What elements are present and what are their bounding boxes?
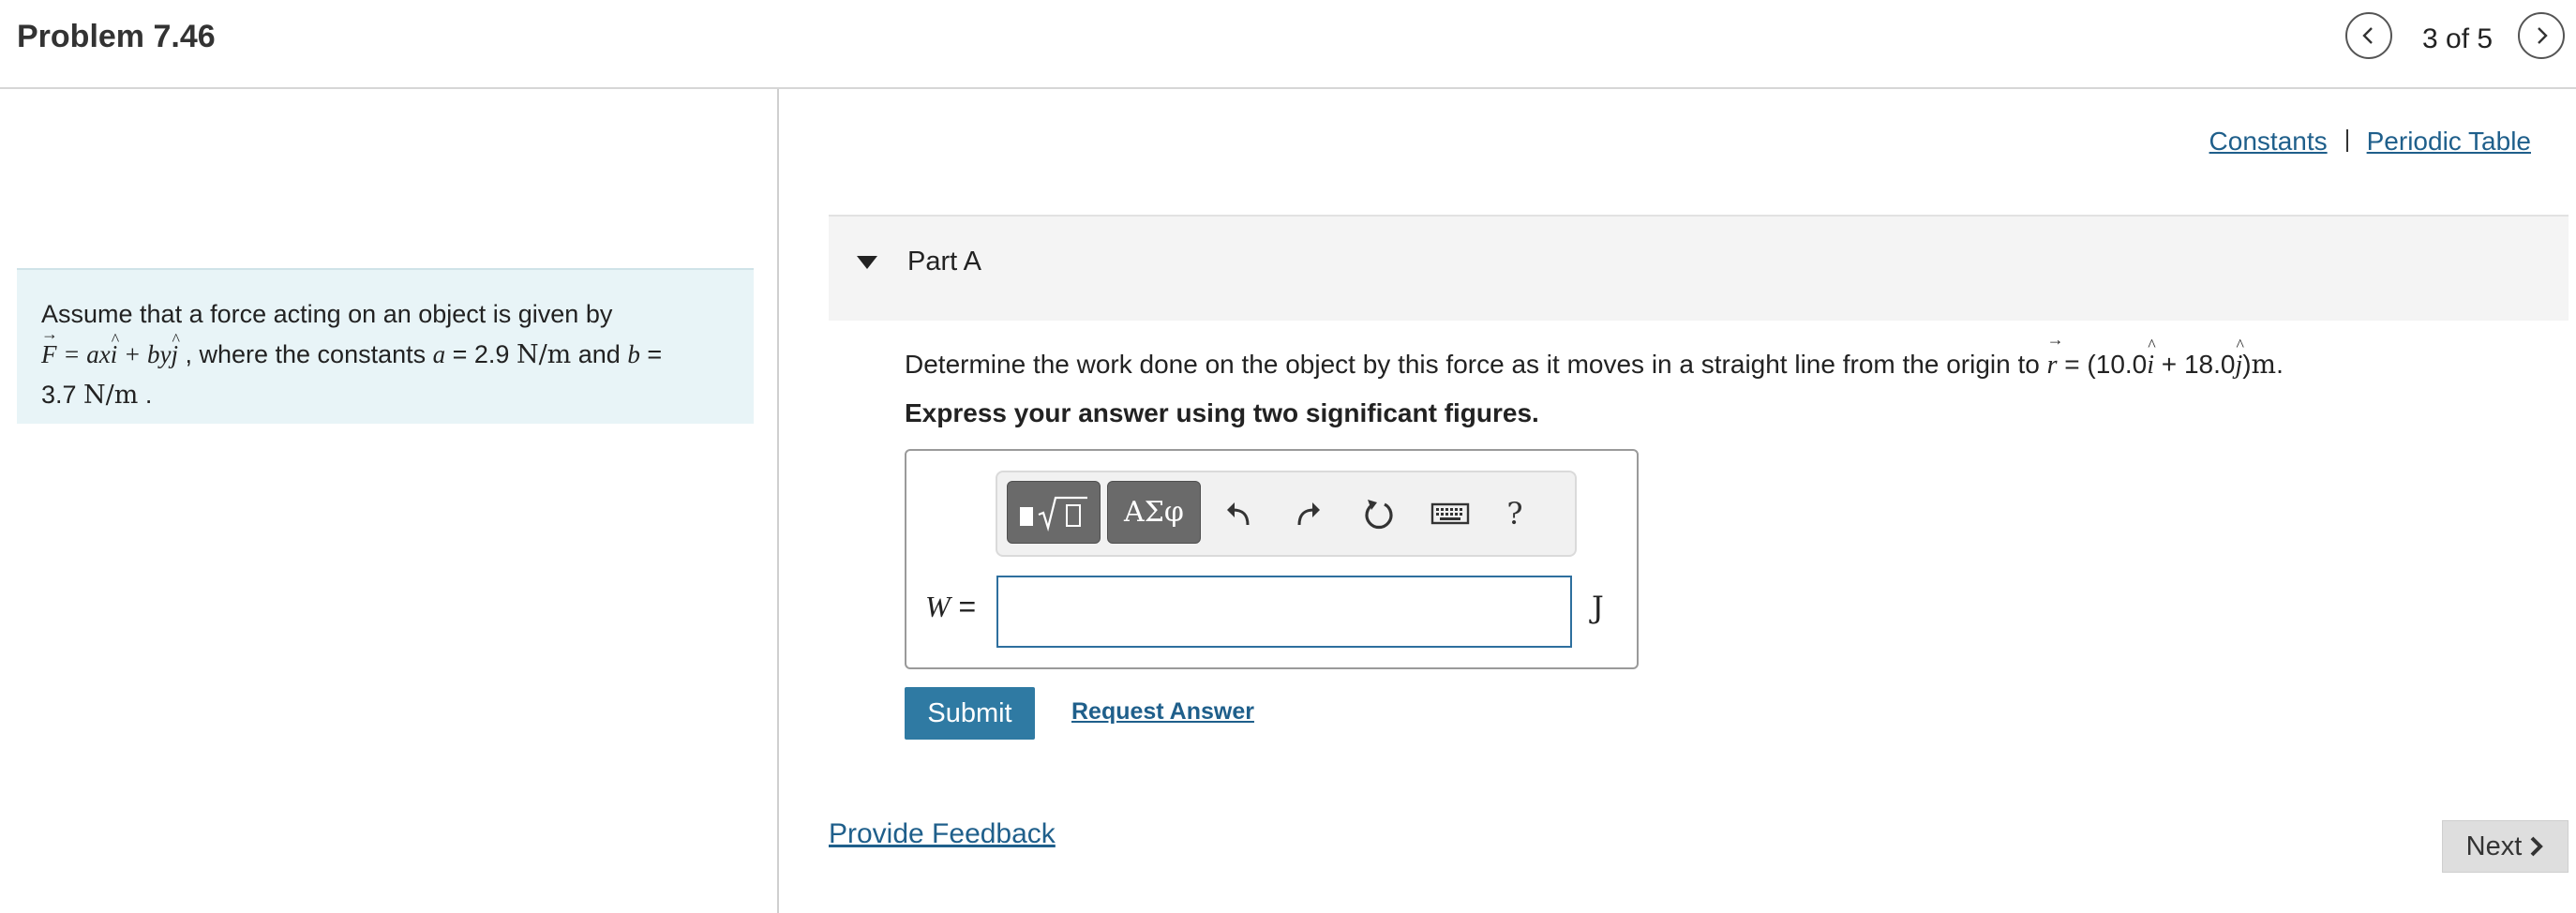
next-problem-button[interactable] [2518, 12, 2565, 59]
b-equals: = [639, 340, 663, 368]
b-value: 3.7 [41, 381, 84, 409]
keyboard-icon [1430, 502, 1470, 525]
previous-button[interactable] [2345, 12, 2392, 59]
help-button[interactable]: ? [1494, 493, 1535, 534]
problem-statement: Assume that a force acting on an object … [17, 268, 754, 424]
b-unit: N/m [83, 381, 139, 410]
next-button[interactable]: Next [2442, 820, 2569, 873]
answer-input[interactable] [996, 576, 1572, 648]
greek-symbols-button[interactable]: ΑΣφ [1107, 481, 1201, 544]
a-variable: a [432, 340, 446, 368]
and-text: and [571, 340, 628, 368]
answer-panel: ΑΣφ ? W = J [905, 449, 1639, 669]
problem-counter: 3 of 5 [2422, 23, 2494, 54]
chevron-right-icon [2530, 836, 2544, 857]
submit-button[interactable]: Submit [905, 687, 1035, 740]
math-toolbar: ΑΣφ ? [996, 471, 1577, 557]
question-body: Determine the work done on the object by… [905, 350, 2047, 379]
page-title: Problem 7.46 [17, 19, 216, 54]
b-variable: b [627, 340, 640, 368]
link-separator [2345, 129, 2348, 152]
r-unit: m [2251, 349, 2277, 380]
j-hat: j [171, 320, 179, 375]
problem-intro: Assume that a force acting on an object … [41, 300, 613, 328]
r-j-hat: j [2235, 336, 2243, 381]
periodic-table-link[interactable]: Periodic Table [2367, 127, 2531, 156]
constants-link[interactable]: Constants [2209, 127, 2328, 156]
templates-icon [1020, 496, 1087, 531]
answer-instruction: Express your answer using two significan… [905, 398, 1539, 427]
header-bar: Problem 7.46 3 of 5 [0, 0, 2576, 89]
provide-feedback-link[interactable]: Provide Feedback [829, 818, 1056, 850]
undo-button[interactable] [1218, 493, 1259, 534]
request-answer-link[interactable]: Request Answer [1071, 698, 1254, 726]
pane-divider [777, 89, 779, 913]
r-plus: + 18.0 [2154, 350, 2236, 379]
reset-button[interactable] [1358, 493, 1400, 534]
force-vector: F [41, 314, 57, 375]
problem-b-line: 3.7 N/m . [41, 375, 729, 415]
force-expr-a: = ax [56, 340, 111, 368]
redo-button[interactable] [1288, 493, 1329, 534]
question-text: Determine the work done on the object by… [905, 330, 2284, 381]
a-value: = 2.9 [445, 340, 517, 368]
chevron-right-icon [2538, 27, 2548, 44]
caret-down-icon [857, 256, 877, 269]
r-eq: = (10.0 [2057, 350, 2148, 379]
a-unit: N/m [516, 340, 572, 369]
answer-equals: = [950, 590, 977, 623]
redo-icon [1297, 502, 1320, 526]
keyboard-button[interactable] [1427, 493, 1474, 534]
reset-icon [1365, 500, 1393, 530]
next-label: Next [2465, 831, 2523, 861]
i-hat: i [111, 320, 119, 375]
r-i-hat: i [2147, 336, 2155, 381]
answer-variable-label: W = [925, 590, 976, 624]
where-text: , where the constants [177, 340, 433, 368]
chevron-left-icon [2362, 27, 2373, 44]
problem-equation-line: F = axi + byj , where the constants a = … [41, 314, 729, 375]
undo-icon [1227, 502, 1250, 526]
r-period: . [2276, 350, 2284, 379]
b-end: . [138, 381, 153, 409]
templates-button[interactable] [1007, 481, 1101, 544]
answer-variable: W [925, 590, 951, 623]
part-a-header[interactable]: Part A [829, 215, 2569, 321]
force-expr-b: + by [117, 340, 172, 368]
r-vector: r [2047, 330, 2064, 381]
answer-unit: J [1592, 590, 1604, 625]
resource-links: Constants Periodic Table [2209, 127, 2531, 157]
part-title: Part A [907, 247, 981, 277]
